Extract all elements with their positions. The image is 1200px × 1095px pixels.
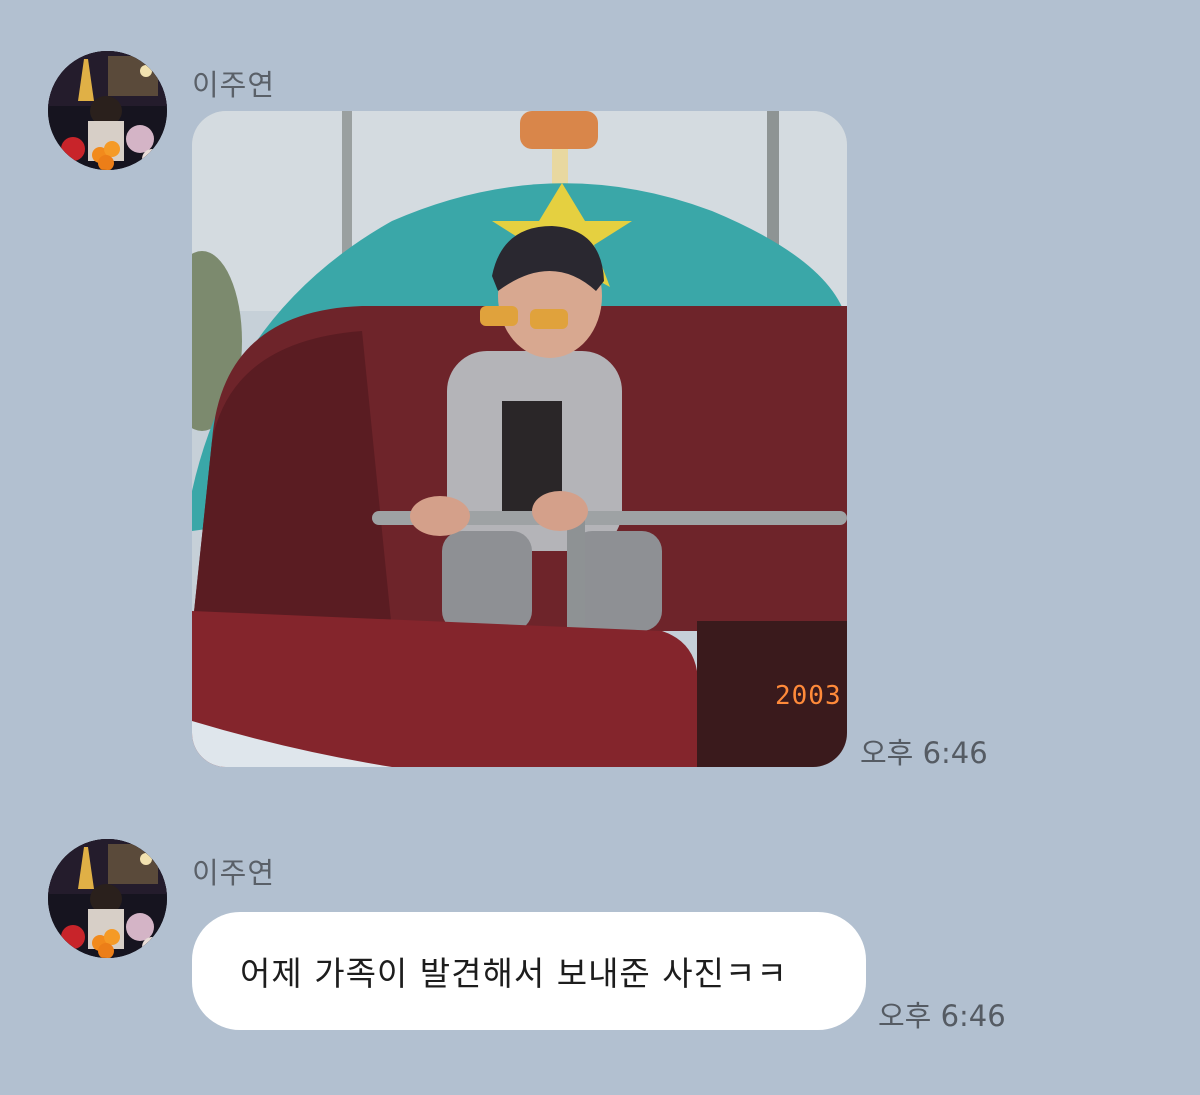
message-text: 어제 가족이 발견해서 보내준 사진ㅋㅋ: [240, 954, 788, 993]
chat-room: 이주연 2003 오후 6:46 이주연 어제 가족이 발견해서 보내준 사진ㅋ…: [0, 0, 1200, 1095]
sender-avatar[interactable]: [48, 51, 167, 170]
sender-avatar[interactable]: [48, 839, 167, 958]
sender-name: 이주연: [192, 856, 276, 890]
message-timestamp: 오후 6:46: [860, 736, 988, 770]
shared-photo: [192, 111, 847, 767]
sender-name: 이주연: [192, 68, 276, 102]
message-bubble[interactable]: 어제 가족이 발견해서 보내준 사진ㅋㅋ: [192, 912, 866, 1030]
photo-message[interactable]: 2003: [192, 111, 847, 767]
message-timestamp: 오후 6:46: [878, 999, 1006, 1033]
photo-date-stamp: 2003: [775, 681, 842, 711]
